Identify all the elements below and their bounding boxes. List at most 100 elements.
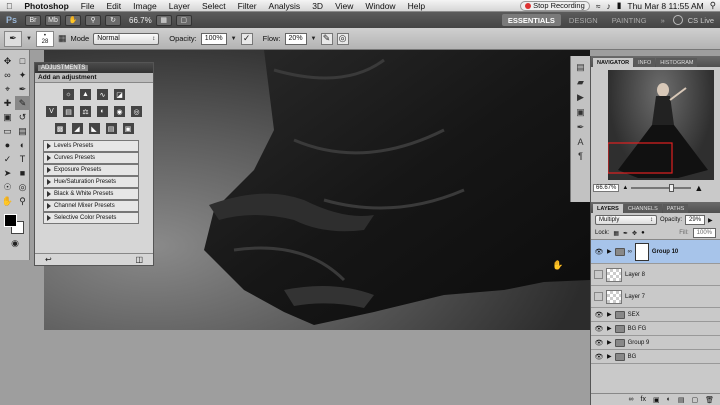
type-tool-icon[interactable]: T [15, 152, 30, 166]
hand-tool-button[interactable]: ✋ [65, 14, 82, 26]
brush-size-picker[interactable]: • 28 [35, 30, 54, 47]
character-icon[interactable]: A [574, 137, 588, 147]
lock-pixels-icon[interactable]: ✒ [623, 230, 628, 237]
selective-color-icon[interactable]: ▣ [122, 123, 134, 134]
history-brush-tool-icon[interactable]: ↺ [15, 110, 30, 124]
tab-paths[interactable]: PATHS [662, 204, 689, 213]
tab-channels[interactable]: CHANNELS [623, 204, 662, 213]
battery-icon[interactable]: ▮ [617, 0, 622, 11]
layer-name[interactable]: Group 9 [628, 340, 650, 346]
layer-name[interactable]: BG [628, 354, 637, 360]
layer-row-sex[interactable]: 👁 ▶ SEX [591, 308, 720, 322]
healing-tool-icon[interactable]: ✚ [0, 96, 15, 110]
bridge-button[interactable]: Br [25, 14, 42, 26]
preset-channel-mixer[interactable]: Channel Mixer Presets [43, 200, 139, 212]
black-white-icon[interactable]: ◐ [97, 106, 108, 117]
brightness-contrast-icon[interactable]: ☼ [63, 89, 74, 100]
spotlight-icon[interactable]: ⚲ [710, 0, 716, 11]
preset-black-white[interactable]: Black & White Presets [43, 188, 139, 200]
mode-select[interactable]: Normal ↕ [93, 32, 160, 45]
screen-mode-button[interactable]: ▢ [175, 14, 192, 26]
menu-window[interactable]: Window [359, 1, 401, 11]
zoom-level[interactable]: 66.7% [129, 16, 152, 25]
expand-triangle-icon[interactable]: ▶ [607, 248, 612, 255]
layer-name[interactable]: Group 10 [652, 249, 678, 255]
workspace-more-icon[interactable]: » [655, 14, 671, 26]
visibility-eye-icon[interactable]: 👁 [594, 325, 604, 333]
dodge-tool-icon[interactable]: ◐ [15, 138, 30, 152]
link-layers-icon[interactable]: ∞ [629, 396, 634, 403]
opacity-slider-arrow-icon[interactable]: ▼ [231, 36, 237, 42]
color-balance-icon[interactable]: ⚖ [80, 106, 91, 117]
preset-selective-color[interactable]: Selective Color Presets [43, 212, 139, 224]
visibility-eye-icon[interactable]: 👁 [594, 248, 604, 256]
clock[interactable]: Thu Mar 8 11:55 AM [627, 1, 703, 11]
gradient-map-icon[interactable]: ▤ [105, 123, 117, 134]
move-tool-icon[interactable]: ✥ [0, 54, 15, 68]
zoom-tool-icon[interactable]: ⚲ [15, 194, 30, 208]
menu-help[interactable]: Help [402, 1, 431, 11]
hand-tool-icon[interactable]: ✋ [0, 194, 15, 208]
layer-name[interactable]: Layer 7 [625, 294, 645, 300]
visibility-eye-icon[interactable]: 👁 [594, 339, 604, 347]
expand-triangle-icon[interactable]: ▶ [607, 339, 612, 346]
menu-photoshop[interactable]: Photoshop [18, 1, 74, 11]
visibility-box[interactable] [594, 292, 603, 301]
layer-row-bg[interactable]: 👁 ▶ BG [591, 350, 720, 364]
menu-view[interactable]: View [329, 1, 359, 11]
layer-row-bg-fg[interactable]: 👁 ▶ BG FG [591, 322, 720, 336]
layer-name[interactable]: Layer 8 [625, 272, 645, 278]
workspace-essentials[interactable]: ESSENTIALS [501, 14, 561, 26]
posterize-icon[interactable]: ◢ [71, 123, 83, 134]
vibrance-icon[interactable]: V [46, 106, 57, 117]
gradient-tool-icon[interactable]: ▤ [15, 124, 30, 138]
exposure-icon[interactable]: ◪ [114, 89, 125, 100]
stop-recording-button[interactable]: Stop Recording [520, 0, 590, 11]
clone-source-icon[interactable]: ▣ [574, 107, 588, 118]
clip-to-layer-icon[interactable]: ◫ [135, 255, 143, 264]
flow-field[interactable]: 20% [284, 32, 307, 45]
3d-camera-tool-icon[interactable]: ◎ [15, 180, 30, 194]
stamp-tool-icon[interactable]: ▣ [0, 110, 15, 124]
return-to-list-icon[interactable]: ↩ [45, 255, 52, 264]
navigator-zoom-value[interactable]: 66.67% [593, 184, 620, 192]
zoom-in-icon[interactable]: ▲ [694, 183, 703, 193]
expand-triangle-icon[interactable]: ▶ [607, 311, 612, 318]
brush-tool-icon[interactable]: ✎ [15, 96, 30, 110]
opacity-slider-arrow-icon[interactable]: ▶ [708, 217, 713, 224]
zoom-tool-button[interactable]: ⚲ [85, 14, 102, 26]
layer-row-layer-7[interactable]: Layer 7 [591, 286, 720, 308]
flow-slider-arrow-icon[interactable]: ▼ [311, 36, 317, 42]
lock-all-icon[interactable]: ● [641, 230, 645, 236]
layer-comps-icon[interactable]: ▤ [574, 62, 588, 73]
layer-mask-thumbnail[interactable] [634, 242, 649, 261]
paragraph-icon[interactable]: ¶ [574, 151, 588, 161]
apple-icon[interactable]:  [0, 1, 18, 11]
new-adjustment-layer-icon[interactable]: ◐ [667, 396, 671, 403]
pressure-opacity-icon[interactable]: ✓ [240, 32, 253, 45]
menu-select[interactable]: Select [196, 1, 232, 11]
path-select-tool-icon[interactable]: ➤ [0, 166, 15, 180]
arrange-documents-button[interactable]: ▦ [155, 14, 172, 26]
quick-mask-icon[interactable]: ◉ [0, 236, 30, 250]
lock-transparency-icon[interactable]: ▦ [613, 230, 619, 237]
cs-live-button[interactable]: CS Live [685, 16, 720, 25]
navigator-zoom-slider[interactable] [631, 184, 692, 192]
search-icon[interactable] [672, 15, 683, 25]
marquee-tool-icon[interactable]: □ [15, 54, 30, 68]
eraser-tool-icon[interactable]: ▭ [0, 124, 15, 138]
menu-image[interactable]: Image [127, 1, 163, 11]
fill-field[interactable]: 100% [692, 228, 716, 238]
workspace-painting[interactable]: PAINTING [606, 14, 653, 26]
crop-tool-icon[interactable]: ⌖ [0, 82, 15, 96]
layer-mask-link-icon[interactable]: ∞ [628, 249, 632, 255]
menu-analysis[interactable]: Analysis [263, 1, 307, 11]
volume-icon[interactable]: ♪ [606, 1, 610, 11]
expand-triangle-icon[interactable]: ▶ [607, 325, 612, 332]
layer-opacity-field[interactable]: 29% [685, 215, 706, 225]
layer-name[interactable]: BG FG [628, 326, 647, 332]
layer-style-icon[interactable]: fx [641, 396, 646, 403]
history-icon[interactable]: ▰ [574, 77, 588, 88]
foreground-color-swatch[interactable] [4, 214, 17, 227]
tab-info[interactable]: INFO [634, 58, 656, 67]
